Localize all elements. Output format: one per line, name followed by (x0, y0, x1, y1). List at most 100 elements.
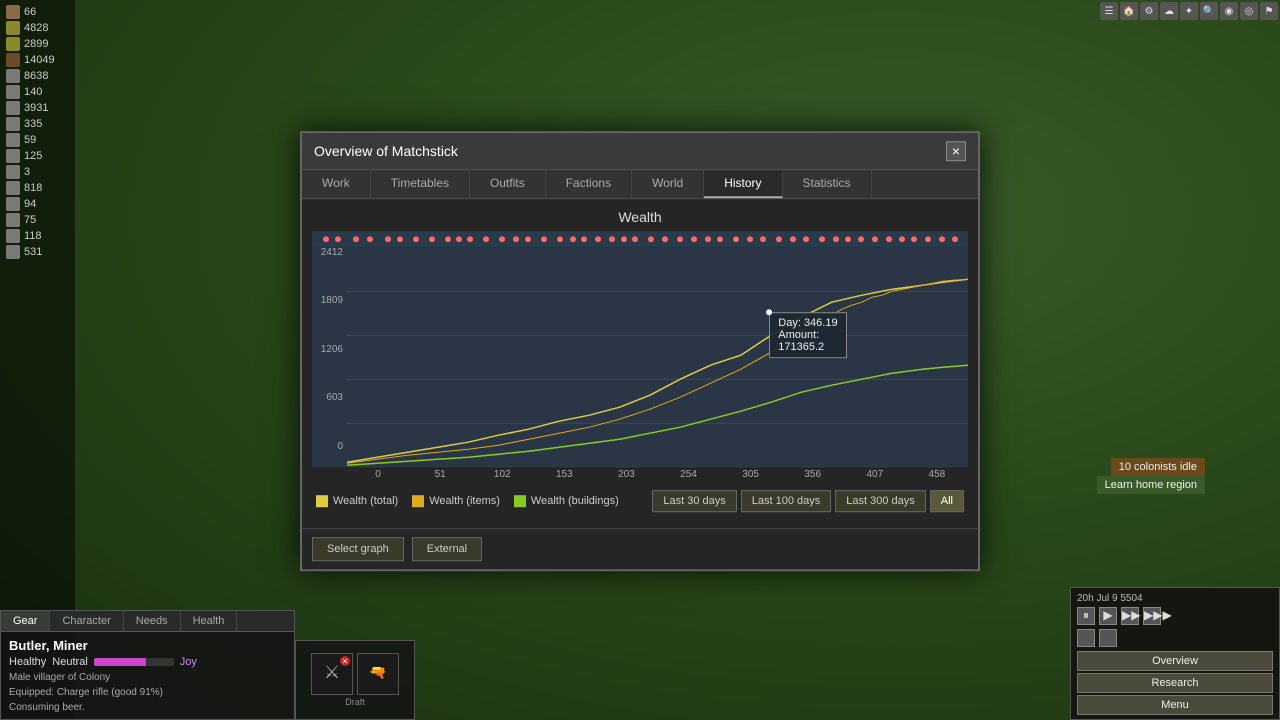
menu-icon-9[interactable]: ⚑ (1260, 2, 1278, 20)
extra-btn-2[interactable] (1099, 629, 1117, 647)
sidebar-resource-5: 140 (2, 84, 73, 100)
sidebar-resource-0: 66 (2, 4, 73, 20)
nav-menu[interactable]: Menu (1077, 695, 1273, 715)
tab-health[interactable]: Health (181, 611, 238, 631)
event-dots-row (312, 231, 968, 247)
event-dot-18 (581, 236, 587, 242)
menu-icon-2[interactable]: 🏠 (1120, 2, 1138, 20)
event-dot-37 (845, 236, 851, 242)
learn-region-bar[interactable]: Learn home region (1097, 476, 1205, 494)
sidebar-value-6: 3931 (24, 102, 48, 114)
menu-icon-8[interactable]: ◎ (1240, 2, 1258, 20)
event-dot-28 (717, 236, 723, 242)
close-button[interactable]: × (946, 141, 966, 161)
bottom-right-panel: 20h Jul 9 5504 ⏸ ▶ ▶▶ ▶▶▶ OverviewResear… (1070, 587, 1280, 720)
joy-label: Joy (180, 656, 197, 668)
nav-overview[interactable]: Overview (1077, 651, 1273, 671)
sidebar-icon-3 (6, 53, 20, 67)
play-btn[interactable]: ⏸ (1077, 607, 1095, 625)
event-dot-20 (609, 236, 615, 242)
y-label-2: 1206 (321, 344, 343, 355)
sidebar-resource-12: 94 (2, 196, 73, 212)
select-graph-button[interactable]: Select graph (312, 537, 404, 561)
character-name: Butler, Miner (9, 638, 286, 653)
event-dot-30 (747, 236, 753, 242)
sidebar-icon-8 (6, 133, 20, 147)
tab-factions[interactable]: Factions (546, 170, 632, 198)
event-dot-19 (595, 236, 601, 242)
equip-slots: ✕ ⚔ 🔫 (311, 653, 399, 695)
sidebar-icon-5 (6, 85, 20, 99)
x-label-4: 203 (595, 469, 657, 480)
tab-outfits[interactable]: Outfits (470, 170, 546, 198)
colonists-idle-bar: 10 colonists idle (1111, 458, 1205, 476)
event-dot-44 (939, 236, 945, 242)
time-btn-300[interactable]: Last 300 days (835, 490, 926, 512)
sidebar-value-5: 140 (24, 86, 42, 98)
crosshair-dot (766, 309, 772, 315)
event-dot-25 (677, 236, 683, 242)
tab-work[interactable]: Work (302, 170, 371, 198)
legend-items: Wealth (items) (412, 495, 500, 507)
tab-world[interactable]: World (632, 170, 704, 198)
time-buttons: Last 30 daysLast 100 daysLast 300 daysAl… (652, 490, 964, 512)
character-equipped: Equipped: Charge rifle (good 91%) (9, 687, 286, 698)
sidebar-value-0: 66 (24, 6, 36, 18)
menu-icon-5[interactable]: ✦ (1180, 2, 1198, 20)
event-dot-31 (760, 236, 766, 242)
time-btn-30[interactable]: Last 30 days (652, 490, 736, 512)
tab-timetables[interactable]: Timetables (371, 170, 470, 198)
legend: Wealth (total)Wealth (items)Wealth (buil… (316, 495, 619, 507)
event-dot-22 (632, 236, 638, 242)
tab-character[interactable]: Character (50, 611, 123, 631)
character-stats: Healthy Neutral Joy (9, 656, 286, 668)
tab-history[interactable]: History (704, 170, 782, 198)
extra-btn-1[interactable] (1077, 629, 1095, 647)
event-dot-42 (911, 236, 917, 242)
sidebar-value-1: 4828 (24, 22, 48, 34)
equipment-panel: ✕ ⚔ 🔫 Draft (295, 640, 415, 720)
y-label-4: 0 (337, 441, 343, 452)
mood-fill (94, 658, 146, 666)
sidebar-icon-6 (6, 101, 20, 115)
event-dot-14 (525, 236, 531, 242)
chart-title: Wealth (312, 209, 968, 225)
speed-btn-3[interactable]: ▶▶▶ (1143, 607, 1161, 625)
event-dot-8 (445, 236, 451, 242)
external-button[interactable]: External (412, 537, 482, 561)
event-dot-10 (467, 236, 473, 242)
menu-icon-3[interactable]: ⚙ (1140, 2, 1158, 20)
event-dot-3 (367, 236, 373, 242)
event-dot-17 (570, 236, 576, 242)
chart-area: Day: 346.19 Amount: 171365.2 (347, 247, 968, 467)
tab-statistics[interactable]: Statistics (783, 170, 872, 198)
equip-slot-2[interactable]: 🔫 (357, 653, 399, 695)
character-description: Male villager of Colony (9, 672, 286, 683)
event-dot-6 (413, 236, 419, 242)
menu-icon-6[interactable]: 🔍 (1200, 2, 1218, 20)
y-label-1: 1809 (321, 296, 343, 307)
event-dot-7 (429, 236, 435, 242)
tab-gear[interactable]: Gear (1, 611, 50, 631)
menu-icon-7[interactable]: ◉ (1220, 2, 1238, 20)
sidebar-value-14: 118 (24, 230, 42, 242)
sidebar-resource-3: 14049 (2, 52, 73, 68)
speed-btn-1[interactable]: ▶ (1099, 607, 1117, 625)
legend-buildings: Wealth (buildings) (514, 495, 619, 507)
wealth-chart: 2412180912066030 (312, 247, 968, 467)
time-btn-100[interactable]: Last 100 days (741, 490, 832, 512)
menu-icon-4[interactable]: ☁ (1160, 2, 1178, 20)
tab-needs[interactable]: Needs (124, 611, 181, 631)
speed-btn-2[interactable]: ▶▶ (1121, 607, 1139, 625)
x-label-7: 356 (782, 469, 844, 480)
event-dot-23 (648, 236, 654, 242)
menu-icon-1[interactable]: ☰ (1100, 2, 1118, 20)
equip-slot-1[interactable]: ✕ ⚔ (311, 653, 353, 695)
legend-color-buildings (514, 495, 526, 507)
nav-research[interactable]: Research (1077, 673, 1273, 693)
time-btn-all[interactable]: All (930, 490, 964, 512)
x-label-5: 254 (657, 469, 719, 480)
event-dot-39 (872, 236, 878, 242)
sidebar-value-2: 2899 (24, 38, 48, 50)
sidebar-icon-7 (6, 117, 20, 131)
